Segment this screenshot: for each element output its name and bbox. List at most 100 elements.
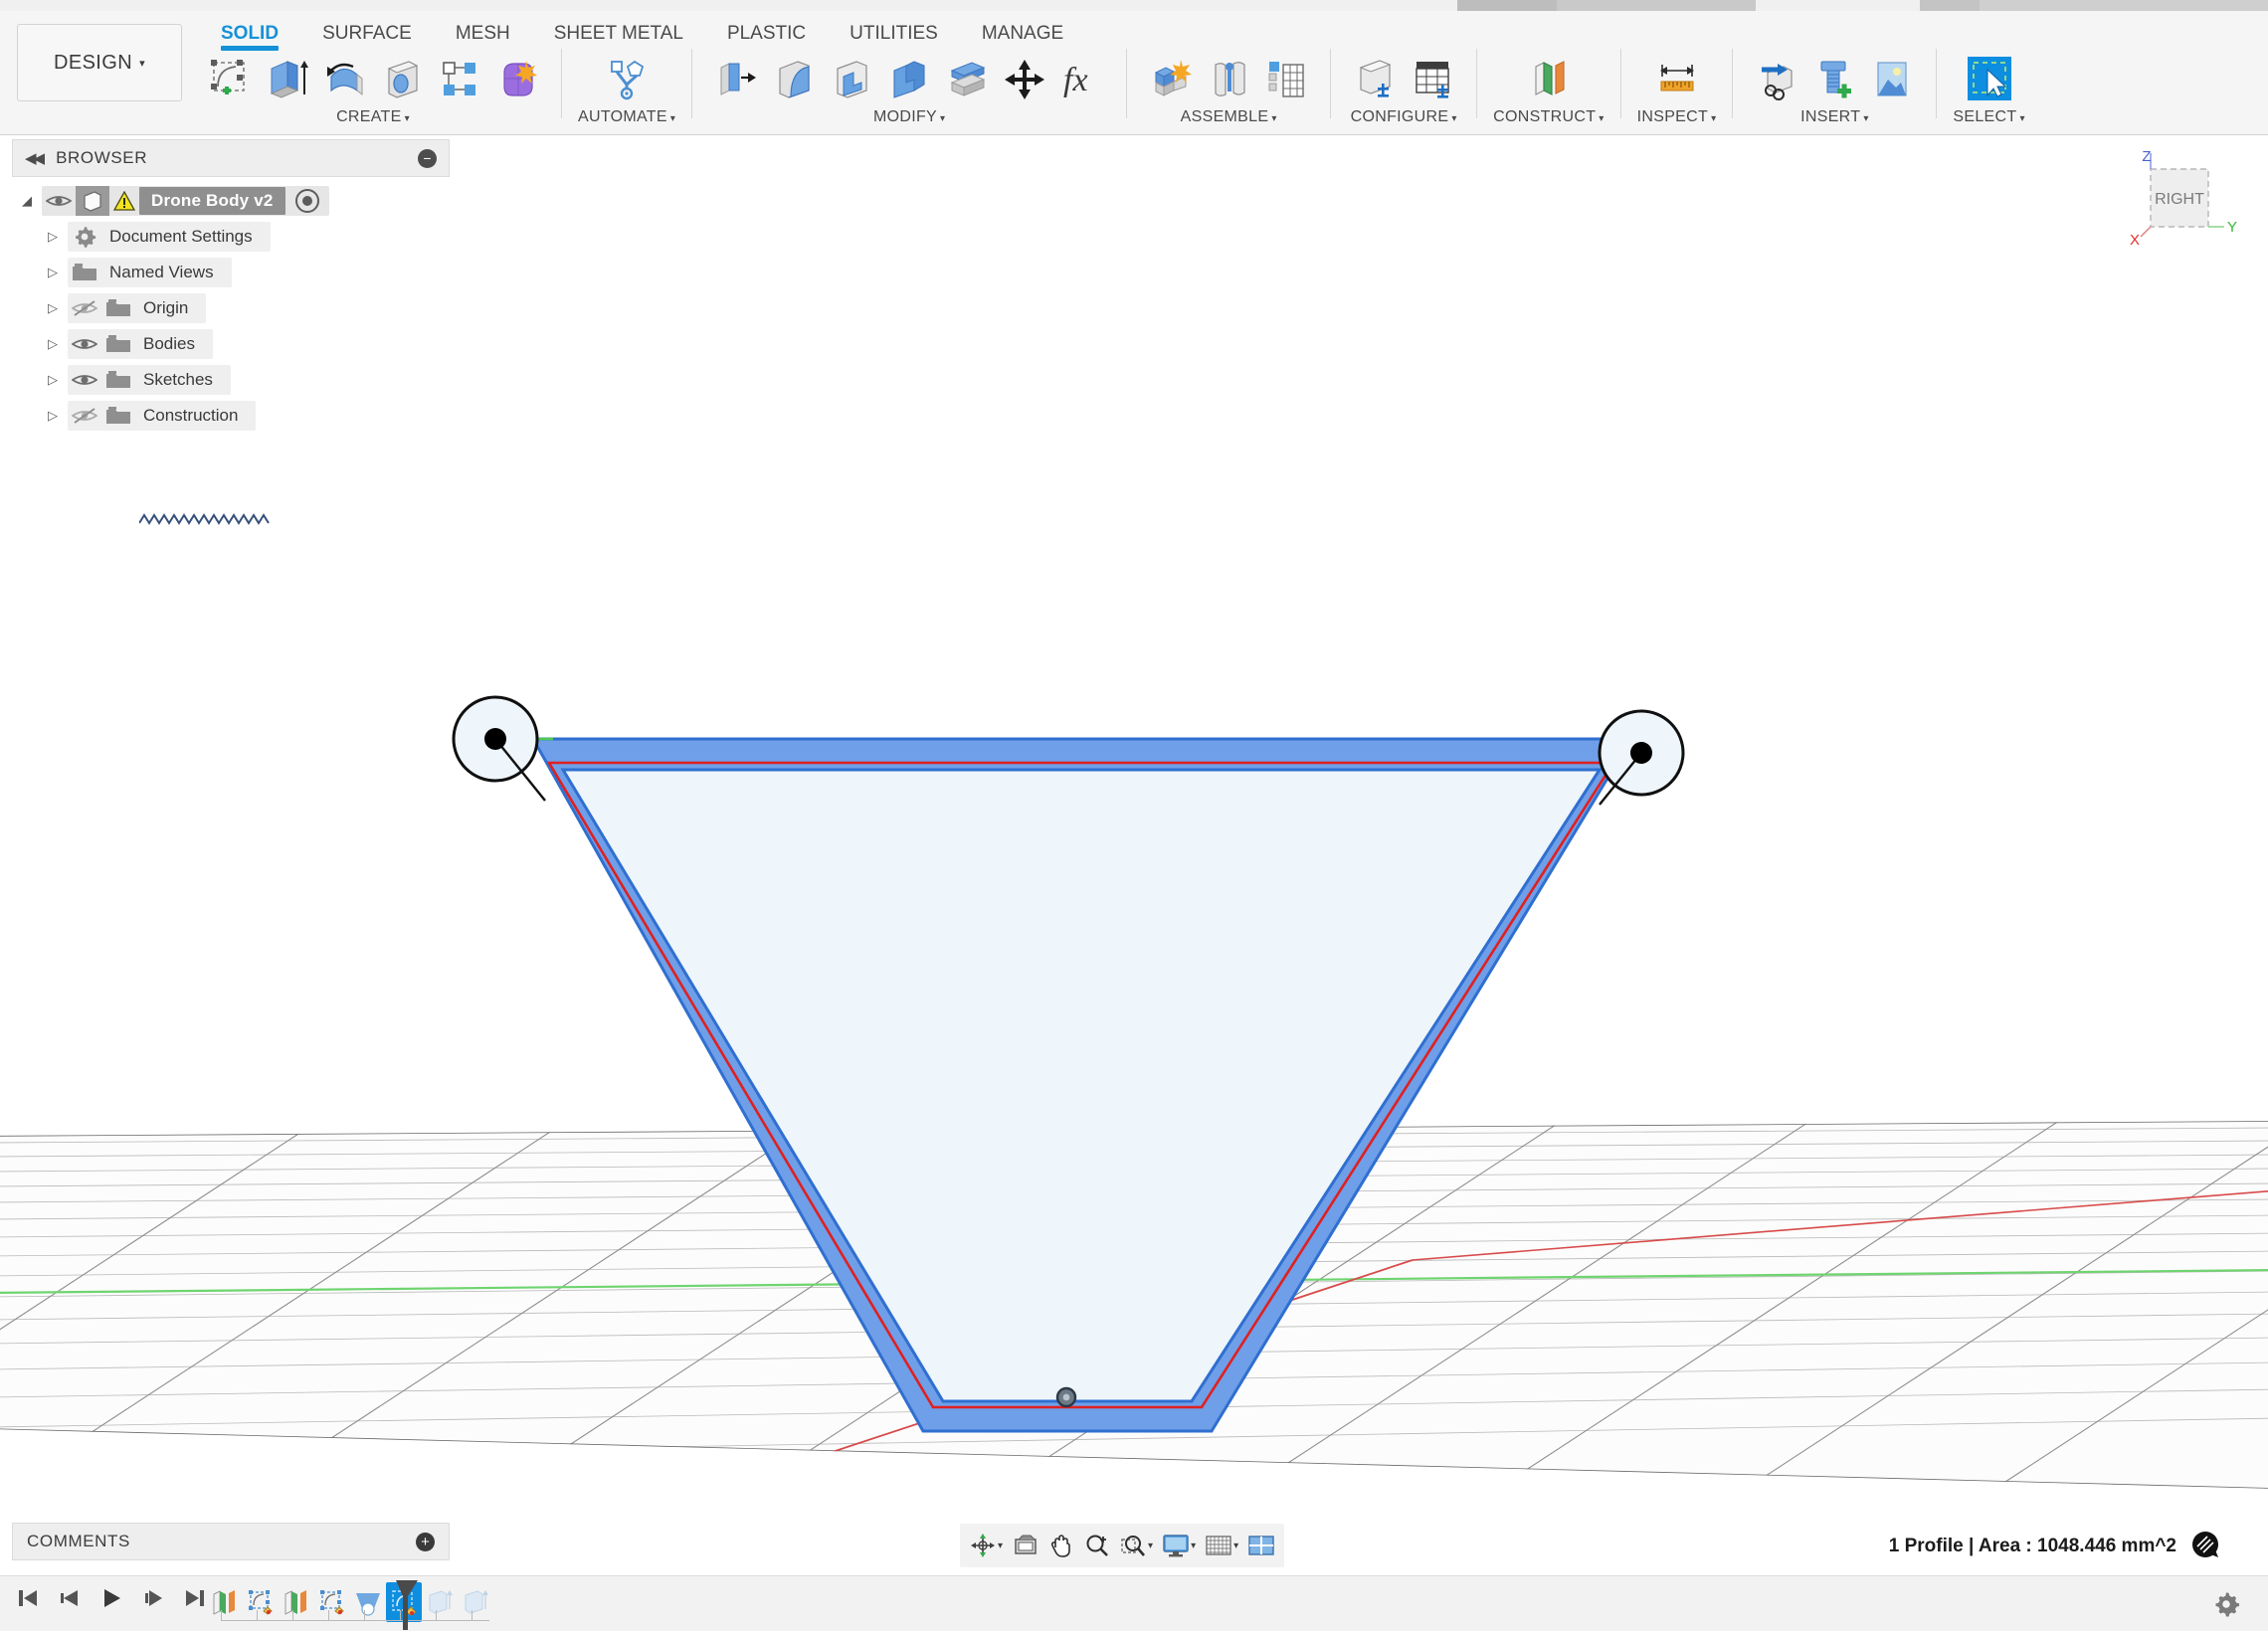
section-analysis-icon[interactable]	[2190, 1530, 2220, 1564]
extrude-ghost-icon[interactable]	[458, 1582, 493, 1622]
group-label-modify: MODIFY	[872, 108, 937, 125]
hole-icon[interactable]	[374, 51, 430, 108]
loft-feature-icon[interactable]	[350, 1582, 386, 1622]
timeline-tick	[328, 1610, 329, 1621]
folder-icon	[101, 298, 135, 318]
eye-visible-icon[interactable]	[68, 372, 101, 388]
tab-sheet-metal[interactable]: SHEET METAL	[532, 19, 705, 49]
fillet-icon[interactable]	[766, 51, 822, 108]
expand-triangle-icon[interactable]: ◢	[12, 193, 42, 209]
sketch-feature-icon[interactable]	[314, 1582, 350, 1622]
fusion360-window: DESIGN ▾ SOLID SURFACE MESH SHEET METAL …	[0, 0, 2268, 1631]
gear-icon[interactable]	[2212, 1590, 2240, 1623]
chevron-down-icon[interactable]: ▾	[1148, 1540, 1153, 1551]
combine-icon[interactable]	[881, 51, 937, 108]
chrome-tab[interactable]	[1457, 0, 1557, 11]
change-parameters-icon[interactable]: fx	[1054, 51, 1110, 108]
chevron-down-icon: ▾	[139, 57, 145, 70]
warning-triangle-icon[interactable]	[109, 191, 139, 211]
ribbon-group-configure: CONFIGURE ▾	[1341, 49, 1466, 126]
eye-visible-icon[interactable]	[68, 336, 101, 352]
plus-icon[interactable]: +	[416, 1532, 435, 1551]
expand-triangle-icon[interactable]: ▷	[38, 336, 68, 352]
tree-item-construction[interactable]: ▷ Construction	[12, 398, 450, 434]
tab-plastic[interactable]: PLASTIC	[705, 19, 828, 49]
ribbon-divider	[561, 49, 562, 118]
sketch-feature-icon[interactable]	[243, 1582, 279, 1622]
extrude-ghost-icon[interactable]	[422, 1582, 458, 1622]
workspace-switcher-button[interactable]: DESIGN ▾	[17, 24, 182, 101]
timeline-marker[interactable]	[396, 1580, 422, 1630]
motion-study-icon[interactable]	[1258, 51, 1314, 108]
zoom-window-icon[interactable]	[1116, 1527, 1150, 1564]
tab-mesh[interactable]: MESH	[434, 19, 532, 49]
joint-icon[interactable]	[1201, 51, 1256, 108]
tree-root-drone-body[interactable]: ◢ Drone Body v2	[12, 183, 450, 219]
eye-hidden-icon[interactable]	[68, 407, 101, 425]
grid-snaps-icon[interactable]	[1202, 1527, 1235, 1564]
expand-triangle-icon[interactable]: ▷	[38, 408, 68, 424]
move-copy-icon[interactable]	[997, 51, 1052, 108]
chrome-tab[interactable]	[1920, 0, 1980, 11]
pan-hand-icon[interactable]	[1044, 1527, 1078, 1564]
insert-mcmaster-icon[interactable]	[1806, 51, 1862, 108]
extrude-icon[interactable]	[259, 51, 314, 108]
viewcube[interactable]: RIGHT Z Y X	[2125, 147, 2244, 257]
automate-icon[interactable]	[599, 51, 655, 108]
chevron-down-icon[interactable]: ▾	[1233, 1540, 1238, 1551]
eye-visible-icon[interactable]	[42, 193, 76, 209]
play-icon[interactable]	[97, 1584, 125, 1612]
comments-panel[interactable]: COMMENTS +	[12, 1523, 450, 1560]
tree-item-document-settings[interactable]: ▷ Document Settings	[12, 219, 450, 255]
tab-solid[interactable]: SOLID	[199, 19, 300, 49]
select-window-icon[interactable]	[1962, 51, 2017, 108]
tab-utilities[interactable]: UTILITIES	[828, 19, 960, 49]
shell-icon[interactable]	[824, 51, 879, 108]
expand-triangle-icon[interactable]: ▷	[38, 372, 68, 388]
expand-triangle-icon[interactable]: ▷	[38, 229, 68, 245]
ribbon-group-insert: INSERT ▾	[1743, 49, 1926, 126]
chrome-tab[interactable]	[1980, 0, 2268, 11]
jump-end-icon[interactable]	[181, 1584, 209, 1612]
eye-hidden-icon[interactable]	[68, 299, 101, 317]
create-sketch-icon[interactable]	[201, 51, 257, 108]
expand-triangle-icon[interactable]: ▷	[38, 265, 68, 280]
configure-part-icon[interactable]	[1347, 51, 1403, 108]
configure-table-icon[interactable]	[1405, 51, 1460, 108]
jump-start-icon[interactable]	[14, 1584, 42, 1612]
tree-item-origin[interactable]: ▷ Origin	[12, 290, 450, 326]
tab-surface[interactable]: SURFACE	[300, 19, 434, 49]
form-icon[interactable]	[489, 51, 545, 108]
tree-item-sketches[interactable]: ▷ Sketches	[12, 362, 450, 398]
chevron-down-icon[interactable]: ▾	[998, 1540, 1003, 1551]
viewports-icon[interactable]	[1244, 1527, 1278, 1564]
insert-canvas-icon[interactable]	[1864, 51, 1920, 108]
collapse-left-icon[interactable]: ◀◀	[25, 149, 45, 167]
insert-derive-icon[interactable]	[1749, 51, 1804, 108]
chevron-down-icon[interactable]: ▾	[1191, 1540, 1196, 1551]
display-settings-icon[interactable]	[1159, 1527, 1193, 1564]
offset-plane-icon[interactable]	[1521, 51, 1577, 108]
rectangular-pattern-icon[interactable]	[432, 51, 487, 108]
tree-item-bodies[interactable]: ▷ Bodies	[12, 326, 450, 362]
step-back-icon[interactable]	[56, 1584, 84, 1612]
zoom-in-icon[interactable]	[1080, 1527, 1114, 1564]
group-label-create: CREATE	[336, 108, 402, 125]
orbit-icon[interactable]	[966, 1527, 1000, 1564]
tree-item-named-views[interactable]: ▷ Named Views	[12, 255, 450, 290]
minus-icon[interactable]: −	[418, 148, 437, 168]
offset-face-icon[interactable]	[939, 51, 995, 108]
press-pull-icon[interactable]	[708, 51, 764, 108]
activate-radio-icon[interactable]	[294, 189, 319, 213]
revolve-icon[interactable]	[316, 51, 372, 108]
look-at-icon[interactable]	[1009, 1527, 1042, 1564]
browser-header[interactable]: ◀◀ BROWSER −	[12, 139, 450, 177]
plane-feature-icon[interactable]	[207, 1582, 243, 1622]
tab-manage[interactable]: MANAGE	[960, 19, 1085, 49]
step-forward-icon[interactable]	[139, 1584, 167, 1612]
expand-triangle-icon[interactable]: ▷	[38, 300, 68, 316]
new-component-icon[interactable]	[1143, 51, 1199, 108]
chrome-tab[interactable]	[1557, 0, 1756, 11]
plane-feature-icon[interactable]	[279, 1582, 314, 1622]
measure-icon[interactable]	[1649, 51, 1705, 108]
